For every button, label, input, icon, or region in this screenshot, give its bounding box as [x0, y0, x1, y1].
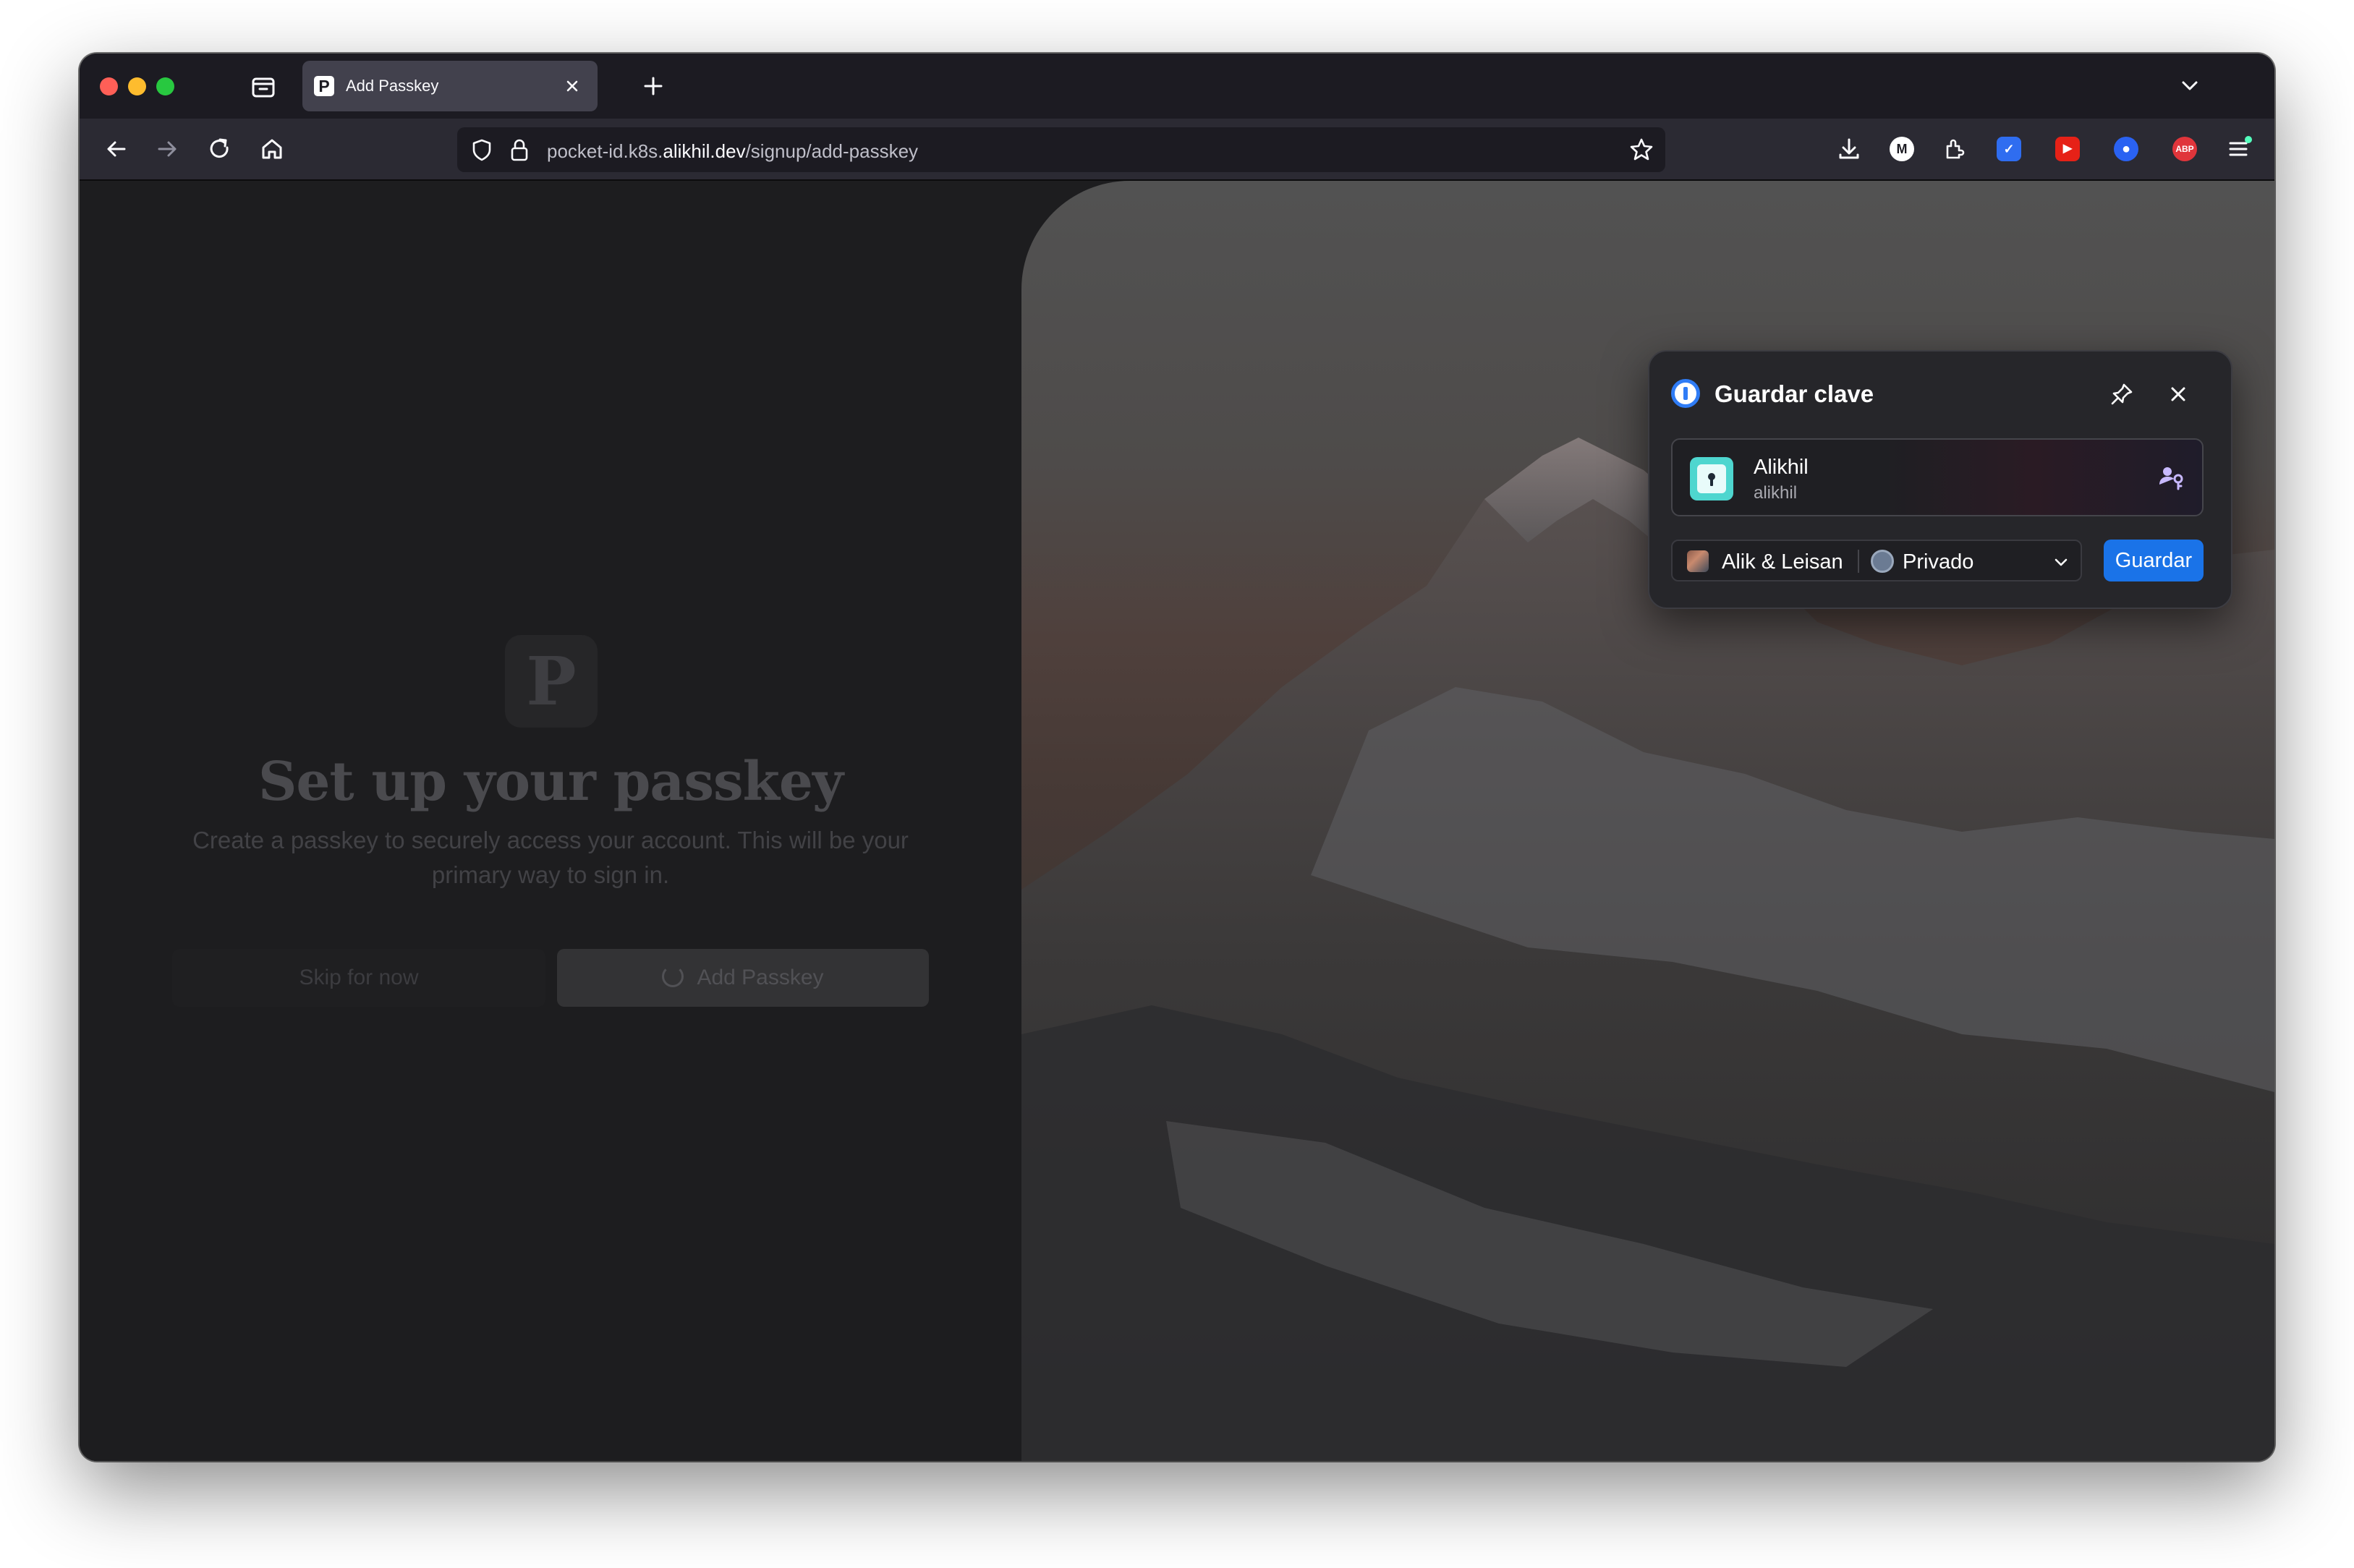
- pin-icon[interactable]: [2108, 380, 2136, 408]
- vault-dropdown[interactable]: Alik & Leisan Privado: [1671, 540, 2082, 581]
- url-path: /signup/add-passkey: [745, 140, 919, 162]
- add-passkey-label: Add Passkey: [697, 966, 824, 989]
- password-manager-logo-icon: [1671, 379, 1700, 408]
- url-text[interactable]: pocket-id.k8s.alikhil.dev/signup/add-pas…: [547, 140, 918, 163]
- home-icon[interactable]: [255, 132, 289, 166]
- youtube-extension-icon[interactable]: ▶: [2050, 132, 2085, 166]
- loading-spinner-icon: [662, 966, 684, 988]
- skip-button[interactable]: Skip for now: [172, 949, 545, 1007]
- forward-icon[interactable]: [150, 132, 185, 166]
- close-window-button[interactable]: [100, 77, 118, 95]
- vault-icon: [1871, 550, 1894, 573]
- page-content: P Set up your passkey Create a passkey t…: [80, 181, 2274, 1461]
- passkey-item-icon: [1690, 457, 1733, 500]
- item-name: Alikhil: [1754, 456, 1809, 479]
- menu-icon[interactable]: [2221, 132, 2256, 166]
- shield-icon[interactable]: [469, 137, 495, 163]
- popup-title: Guardar clave: [1714, 380, 1874, 407]
- tab-add-passkey[interactable]: P Add Passkey: [302, 61, 598, 111]
- back-icon[interactable]: [98, 132, 133, 166]
- save-button[interactable]: Guardar: [2104, 540, 2204, 581]
- lock-icon[interactable]: [506, 136, 532, 163]
- add-passkey-button[interactable]: Add Passkey: [557, 949, 929, 1007]
- vault-name: Privado: [1903, 550, 1974, 574]
- check-extension-icon[interactable]: ✓: [1992, 132, 2026, 166]
- abp-extension-label: ABP: [2172, 137, 2197, 161]
- fullscreen-window-button[interactable]: [156, 77, 174, 95]
- star-icon[interactable]: [1628, 136, 1655, 163]
- extensions-icon[interactable]: [1937, 132, 1972, 166]
- navigation-toolbar: pocket-id.k8s.alikhil.dev/signup/add-pas…: [80, 119, 2274, 181]
- user-key-icon[interactable]: [2157, 463, 2186, 492]
- signup-panel: P Set up your passkey Create a passkey t…: [80, 181, 1021, 1461]
- item-username: alikhil: [1754, 483, 1798, 503]
- address-bar[interactable]: pocket-id.k8s.alikhil.dev/signup/add-pas…: [457, 127, 1665, 172]
- download-icon[interactable]: [1832, 132, 1866, 166]
- divider: [1858, 550, 1859, 573]
- url-domain: alikhil.dev: [663, 140, 746, 162]
- chevron-down-icon[interactable]: [2173, 69, 2206, 103]
- minimize-window-button[interactable]: [128, 77, 146, 95]
- passkey-item-card[interactable]: Alikhil alikhil: [1671, 438, 2204, 516]
- page-subtitle: Create a passkey to securely access your…: [192, 827, 909, 888]
- youtube-extension-label: ▶: [2055, 137, 2080, 161]
- m-extension-icon[interactable]: M: [1885, 132, 1919, 166]
- tab-strip: P Add Passkey: [80, 54, 2274, 119]
- tab-favicon: P: [314, 76, 334, 96]
- tab-title: Add Passkey: [346, 77, 439, 95]
- page-title: Set up your passkey: [258, 751, 844, 813]
- circle-extension-label: ●: [2114, 137, 2138, 161]
- browser-window: P Add Passkey pocket-id.k8s.alikhil.dev/…: [80, 54, 2274, 1461]
- skip-button-label: Skip for now: [299, 966, 419, 989]
- close-icon[interactable]: [2164, 380, 2192, 408]
- m-extension-label: M: [1890, 137, 1914, 161]
- close-icon[interactable]: [560, 74, 585, 98]
- abp-extension-icon[interactable]: ABP: [2167, 132, 2202, 166]
- save-passkey-popup: Guardar clave Alikhil alikhil Alik & Lei…: [1648, 350, 2232, 609]
- app-logo: P: [505, 635, 598, 728]
- tab-overview-icon[interactable]: [247, 71, 279, 103]
- check-extension-label: ✓: [1997, 137, 2021, 161]
- url-prefix: pocket-id.k8s.: [547, 140, 663, 162]
- circle-extension-icon[interactable]: ●: [2109, 132, 2143, 166]
- plus-icon[interactable]: [637, 69, 670, 103]
- reload-icon[interactable]: [203, 132, 237, 166]
- chevron-down-icon: [2050, 551, 2072, 573]
- account-name: Alik & Leisan: [1722, 550, 1843, 574]
- account-avatar: [1687, 550, 1709, 572]
